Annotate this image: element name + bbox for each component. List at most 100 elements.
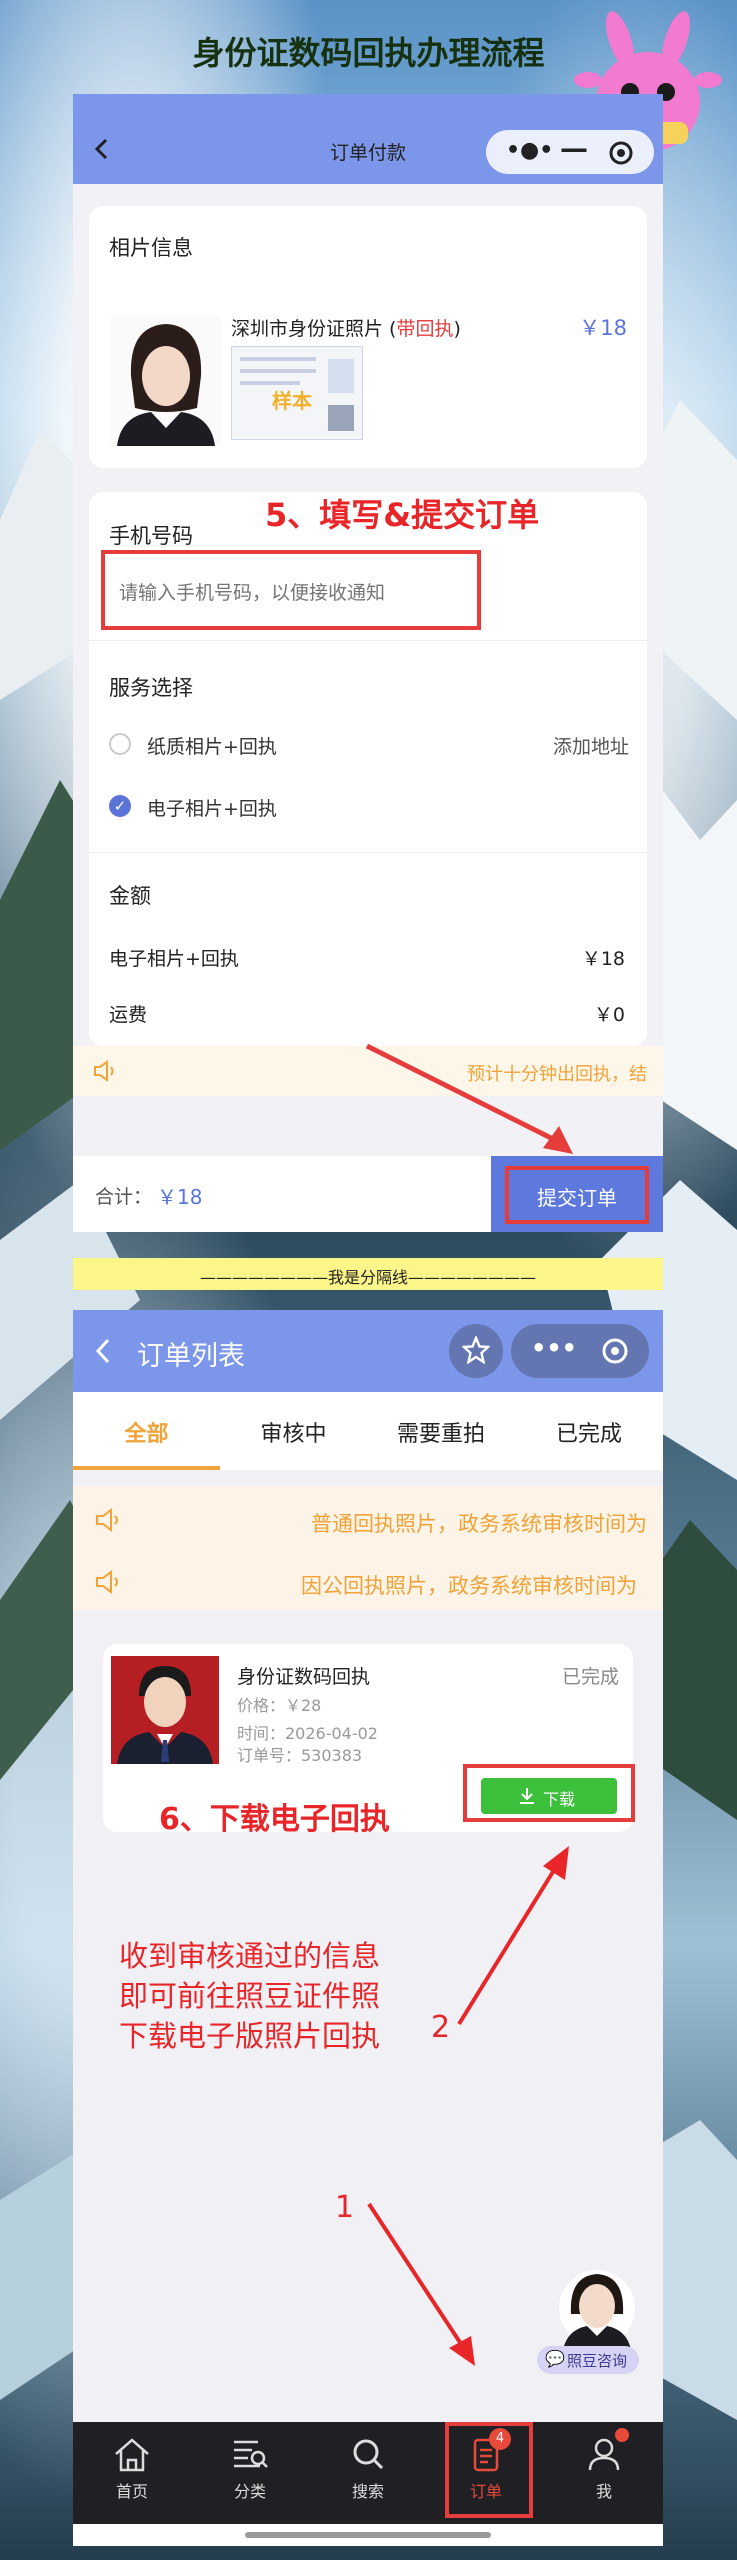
tab-label: 分类 <box>233 2482 266 2501</box>
notice-panel: 普通回执照片，政务系统审核时间为 因公回执照片，政务系统审核时间为 <box>73 1486 663 1610</box>
phone-input-highlight <box>101 550 481 630</box>
receipt-tag: 带回执 <box>396 318 454 340</box>
order-price: 价格：￥28 <box>237 1696 322 1715</box>
order-status: 已完成 <box>561 1666 619 1688</box>
chat-icon: 💬 <box>545 2349 565 2368</box>
step6-annotation: 6、下载电子回执 <box>159 1802 390 1837</box>
note-line: 收到审核通过的信息 <box>119 1939 381 1973</box>
tab-label: 已完成 <box>555 1422 622 1447</box>
instruction-note: 收到审核通过的信息 即可前往照豆证件照 下载电子版照片回执 <box>119 1936 380 2056</box>
order-card[interactable]: 身份证数码回执 已完成 价格：￥28 时间：2026-04-02 订单号：530… <box>103 1644 635 1837</box>
annotation-arrow <box>365 1043 573 1154</box>
tab-label: 搜索 <box>351 2482 384 2501</box>
tab-completed[interactable]: 已完成 <box>515 1392 663 1470</box>
star-icon <box>462 1336 490 1364</box>
order-payment-screen: 订单付款 •●• — 相片信息 深圳市身份证照片 (带回执) ￥18 样本 手机… <box>73 94 663 1232</box>
amount-label: 金额 <box>109 884 151 908</box>
receipt-sample-image: 样本 <box>231 346 363 440</box>
annotation-number-1: 1 <box>335 2190 355 2225</box>
tab-label: 我 <box>595 2482 612 2501</box>
target-icon[interactable] <box>608 140 634 166</box>
amount-row-value: ￥18 <box>581 948 625 970</box>
radio-checked-icon[interactable]: ✓ <box>109 795 131 817</box>
photo-item-name: 深圳市身份证照片 (带回执) <box>231 318 461 340</box>
speaker-icon <box>96 1570 118 1594</box>
order-title: 身份证数码回执 <box>237 1666 371 1688</box>
service-option-paper[interactable]: 纸质相片+回执 添加地址 <box>109 730 629 760</box>
tab-label: 需要重拍 <box>396 1422 485 1447</box>
photo-info-card: 相片信息 深圳市身份证照片 (带回执) ￥18 样本 <box>89 206 647 468</box>
order-footer: 合计： ￥18 提交订单 <box>73 1156 663 1232</box>
more-icon[interactable]: ••• <box>531 1334 577 1362</box>
home-icon <box>115 2438 149 2472</box>
amount-row-name: 运费 <box>109 1004 148 1026</box>
tab-reviewing[interactable]: 审核中 <box>220 1392 367 1470</box>
consult-label: 照豆咨询 <box>567 2352 628 2370</box>
miniprogram-capsule: •●• — <box>486 130 654 174</box>
speaker-icon <box>94 1060 114 1082</box>
navigation-bar: 订单付款 •●• — <box>73 94 663 184</box>
service-label: 服务选择 <box>109 676 193 700</box>
tab-all[interactable]: 全部 <box>73 1392 220 1470</box>
home-indicator <box>73 2524 663 2546</box>
navigation-bar: 订单列表 ••• <box>73 1310 663 1392</box>
consult-button[interactable]: 💬 照豆咨询 <box>537 2346 639 2374</box>
submit-button-highlight <box>505 1166 649 1224</box>
divider <box>89 640 647 641</box>
photo-price: ￥18 <box>579 316 627 340</box>
service-option-label: 纸质相片+回执 <box>147 736 277 758</box>
tab-label: 首页 <box>115 2482 148 2501</box>
amount-row-name: 电子相片+回执 <box>109 948 239 970</box>
category-icon <box>234 2440 268 2468</box>
order-photo <box>111 1656 219 1764</box>
consultant-avatar[interactable] <box>557 2266 637 2350</box>
add-address-link[interactable]: 添加地址 <box>553 732 629 759</box>
divider <box>89 852 647 853</box>
service-option-electronic[interactable]: ✓ 电子相片+回执 <box>109 792 629 822</box>
user-icon <box>588 2438 620 2471</box>
notice-text: 因公回执照片，政务系统审核时间为 <box>301 1574 637 1598</box>
order-tabs: 全部 审核中 需要重拍 已完成 <box>73 1392 663 1470</box>
phone-label: 手机号码 <box>109 524 193 548</box>
tab-active-indicator <box>73 1466 220 1470</box>
nav-title: 订单列表 <box>137 1341 245 1372</box>
tab-search[interactable]: 搜索 <box>309 2436 427 2502</box>
search-icon <box>353 2439 384 2470</box>
download-button-highlight <box>463 1764 635 1822</box>
sample-watermark: 样本 <box>272 389 312 413</box>
total-value: ￥18 <box>157 1185 203 1209</box>
tab-category[interactable]: 分类 <box>191 2436 309 2502</box>
note-line: 下载电子版照片回执 <box>119 2019 381 2053</box>
radio-unchecked-icon[interactable] <box>109 733 131 755</box>
portrait-photo <box>111 316 221 446</box>
orders-tab-highlight <box>445 2422 533 2518</box>
order-number: 订单号：530383 <box>237 1746 363 1765</box>
annotation-arrow <box>457 1846 569 2026</box>
target-icon[interactable] <box>601 1337 629 1365</box>
separator-bar: ————————我是分隔线———————— <box>73 1258 663 1290</box>
annotation-number-2: 2 <box>431 2010 451 2045</box>
more-icon[interactable]: •●• <box>506 138 553 163</box>
tab-label: 审核中 <box>260 1422 327 1447</box>
miniprogram-capsule: ••• <box>511 1324 649 1378</box>
tab-me[interactable]: 我 <box>545 2428 663 2502</box>
tab-retake[interactable]: 需要重拍 <box>367 1392 515 1470</box>
back-chevron-icon[interactable] <box>93 1338 113 1364</box>
total-label: 合计： <box>95 1186 153 1208</box>
bottom-tab-bar: 首页 分类 搜索 订单 4 我 <box>73 2422 663 2524</box>
annotation-arrow <box>367 2202 475 2366</box>
amount-row-value: ￥0 <box>593 1004 625 1026</box>
notification-dot <box>615 2428 629 2442</box>
speaker-icon <box>96 1508 118 1532</box>
order-list-screen: 订单列表 ••• 全部 审核中 需要重拍 已完成 普通回执照片，政务系统审核时间… <box>73 1310 663 2524</box>
tab-home[interactable]: 首页 <box>73 2436 191 2502</box>
tab-label: 全部 <box>124 1422 169 1447</box>
note-line: 即可前往照豆证件照 <box>119 1979 381 2013</box>
order-time: 时间：2026-04-02 <box>237 1724 378 1743</box>
order-form-card: 手机号码 5、填写&提交订单 服务选择 纸质相片+回执 添加地址 ✓ 电子相片+… <box>89 492 647 1046</box>
favorite-button[interactable] <box>449 1324 503 1378</box>
minus-icon[interactable]: — <box>560 132 588 165</box>
notice-text: 普通回执照片，政务系统审核时间为 <box>311 1512 647 1536</box>
photo-info-title: 相片信息 <box>109 236 193 260</box>
separator-text: ————————我是分隔线———————— <box>199 1268 536 1287</box>
